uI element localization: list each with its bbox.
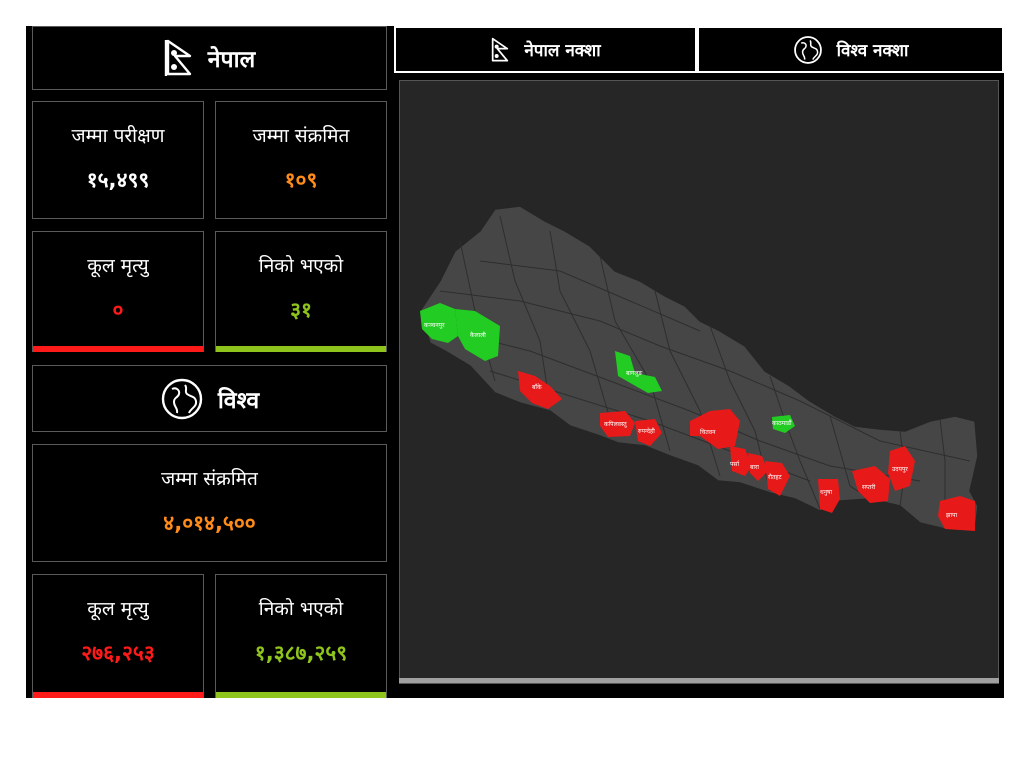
district-label: कैलाली [470,331,486,339]
district-dhanusha[interactable] [818,479,840,513]
dashboard: नेपाल जम्मा परीक्षण १५,४९९ जम्मा संक्रमि… [26,26,1004,698]
tab-world-map[interactable]: विश्व नक्शा [697,26,1004,73]
district-label: रुपन्देही [638,427,655,435]
nepal-recovered-card: निको भएको ३१ [215,231,387,352]
world-infected-card: जम्मा संक्रमित ४,०१४,५०० [32,444,387,562]
district-label: उदयपुर [892,466,908,473]
world-infected-label: जम्मा संक्रमित [161,468,258,490]
district-label: बारा [750,464,759,471]
district-label: झापा [946,512,957,519]
world-deaths-label: कूल मृत्यु [87,598,149,620]
district-label: बागलुङ [626,370,642,377]
world-header: विश्व [32,365,387,432]
district-label: पर्सा [730,460,740,468]
map-scrollbar[interactable] [399,678,999,683]
infected-value: १०९ [284,168,318,192]
district-label: चितवन [700,428,716,436]
nepal-flag-icon [164,39,191,76]
tab-nepal-map[interactable]: नेपाल नक्शा [394,26,697,73]
nepal-infected-card: जम्मा संक्रमित १०९ [215,101,387,219]
district-label: बाँके [532,383,542,391]
district-label: सप्तरी [862,483,876,491]
district-label: धनुषा [820,489,832,496]
nepal-tests-card: जम्मा परीक्षण १५,४९९ [32,101,204,219]
nepal-title: नेपाल [207,47,256,73]
infected-label: जम्मा संक्रमित [252,125,350,147]
tab-nepal-map-label: नेपाल नक्शा [524,41,601,61]
world-recovered-bar [216,692,386,698]
nepal-header: नेपाल [32,26,387,90]
world-deaths-card: कूल मृत्यु २७६,२५३ [32,574,204,698]
world-deaths-bar [33,692,203,698]
deaths-value: ० [112,298,124,322]
recovered-label: निको भएको [258,255,344,277]
world-title: विश्व [217,387,260,414]
world-recovered-card: निको भएको १,३८७,२५९ [215,574,387,698]
district-label: कञ्चनपुर [424,322,445,329]
tests-value: १५,४९९ [86,168,150,192]
nepal-deaths-card: कूल मृत्यु ० [32,231,204,352]
tests-label: जम्मा परीक्षण [71,125,165,147]
world-recovered-value: १,३८७,२५९ [254,641,348,665]
nepal-flag-icon [492,37,509,62]
district-label: काठमाडौं [772,419,792,427]
world-deaths-value: २७६,२५३ [81,641,155,665]
tab-world-map-label: विश्व नक्शा [836,41,909,61]
nepal-map-panel: कञ्चनपुर कैलाली बाँके बागलुङ कपिलवस्तु र… [399,80,999,684]
deaths-label: कूल मृत्यु [87,255,149,277]
district-label: रौतहट [768,473,783,481]
recovered-value: ३१ [290,298,312,322]
globe-icon [161,378,203,419]
world-recovered-label: निको भएको [258,598,344,620]
recovered-bar [216,346,386,352]
district-label: कपिलवस्तु [604,420,628,428]
deaths-bar [33,346,203,352]
world-infected-value: ४,०१४,५०० [163,511,256,535]
globe-icon [793,35,822,64]
nepal-map[interactable]: कञ्चनपुर कैलाली बाँके बागलुङ कपिलवस्तु र… [400,81,998,683]
